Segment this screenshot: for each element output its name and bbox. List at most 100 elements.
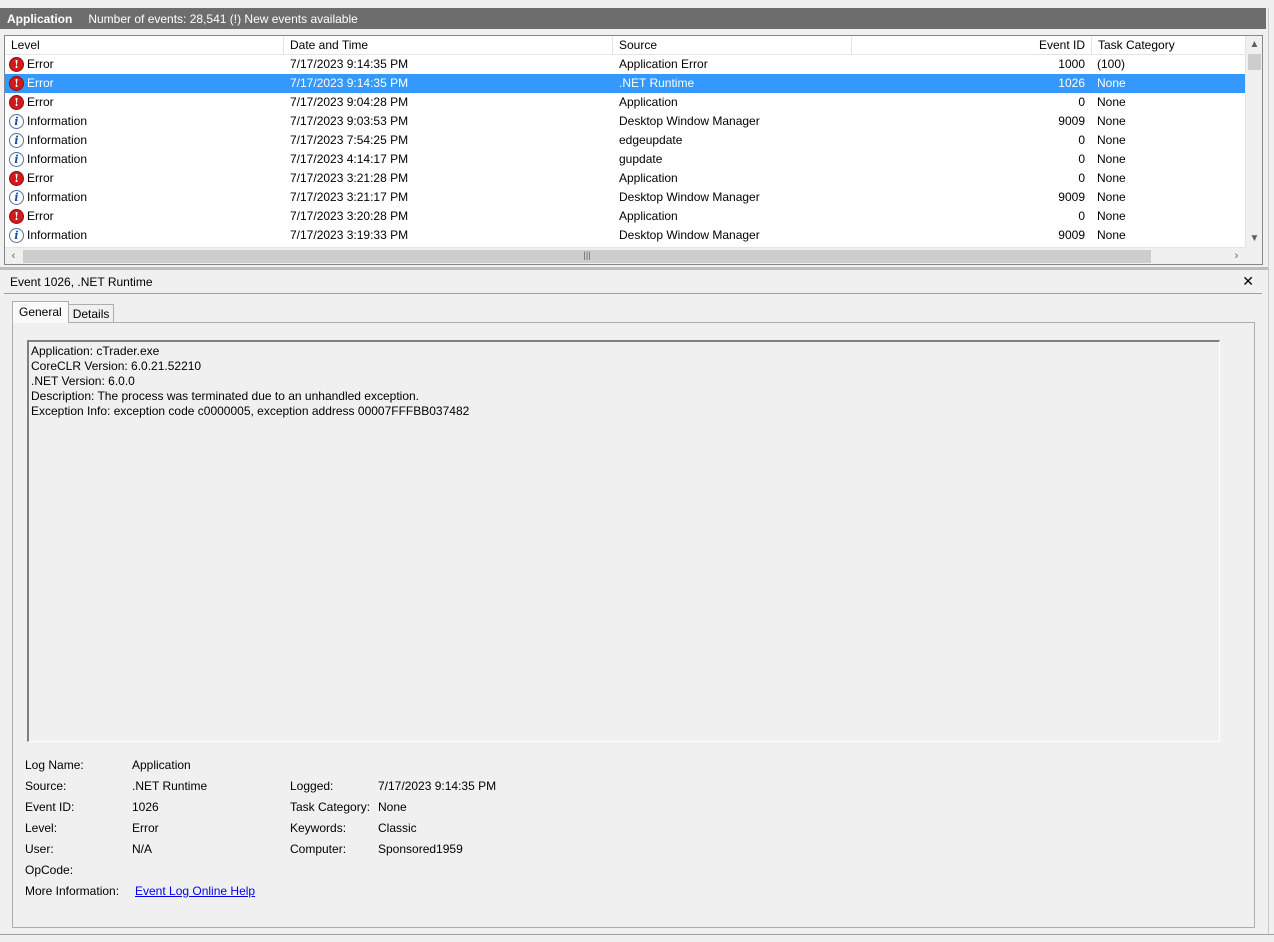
scroll-right-icon[interactable]: ›	[1228, 248, 1245, 264]
event-row[interactable]: i Information 7/17/2023 3:21:17 PM Desktop …	[5, 188, 1245, 207]
event-source: Application	[619, 209, 678, 223]
event-description[interactable]: Application: cTrader.exe CoreCLR Version…	[27, 340, 1220, 742]
description-line: .NET Version: 6.0.0	[31, 374, 135, 388]
window-right-edge	[1268, 8, 1274, 934]
event-level: ! Error	[9, 93, 279, 112]
tab-general[interactable]: General	[12, 301, 69, 323]
event-source: Desktop Window Manager	[619, 228, 760, 242]
computer-value: Sponsored1959	[378, 842, 463, 856]
general-tab-panel: Application: cTrader.exe CoreCLR Version…	[12, 322, 1255, 928]
column-header-level[interactable]: Level	[5, 36, 284, 55]
event-level-text: Information	[27, 114, 88, 128]
more-information-label: More Information:	[25, 884, 120, 898]
vertical-scrollbar[interactable]: ▲ ▼	[1245, 36, 1262, 247]
event-row[interactable]: ! Error 7/17/2023 9:14:35 PM .NET Runtime 10…	[5, 74, 1245, 93]
column-header-event-id[interactable]: Event ID	[852, 36, 1092, 55]
event-date: 7/17/2023 9:14:35 PM	[290, 57, 409, 71]
event-source: gupdate	[619, 152, 663, 166]
event-level-text: Error	[27, 76, 54, 90]
event-row[interactable]: ! Error 7/17/2023 3:21:28 PM Application 0 No…	[5, 169, 1245, 188]
opcode-label: OpCode:	[25, 863, 74, 877]
description-line: Application: cTrader.exe	[31, 344, 160, 358]
event-level: i Information	[9, 131, 279, 150]
horizontal-scroll-thumb[interactable]: |||	[23, 250, 1151, 263]
info-icon: i	[9, 133, 24, 148]
event-list[interactable]: Level Date and Time Source Event ID Task…	[4, 35, 1263, 265]
scroll-up-icon[interactable]: ▲	[1246, 36, 1262, 53]
event-task-category: None	[1097, 228, 1126, 242]
event-source: Desktop Window Manager	[619, 190, 760, 204]
event-level-text: Error	[27, 95, 54, 109]
error-icon: !	[9, 95, 24, 110]
event-log-online-help-link[interactable]: Event Log Online Help	[135, 884, 255, 898]
event-level-text: Error	[27, 171, 54, 185]
event-task-category: None	[1097, 209, 1126, 223]
event-count-summary: Number of events: 28,541 (!) New events …	[88, 11, 358, 26]
event-id: 0	[1078, 171, 1085, 185]
event-level-text: Information	[27, 133, 88, 147]
column-header-source[interactable]: Source	[613, 36, 852, 55]
event-row[interactable]: i Information 7/17/2023 3:19:33 PM Desktop …	[5, 226, 1245, 245]
log-name-label: Log Name:	[25, 758, 84, 772]
event-source: Desktop Window Manager	[619, 114, 760, 128]
event-level-text: Information	[27, 228, 88, 242]
description-line: CoreCLR Version: 6.0.21.52210	[31, 359, 202, 373]
event-row[interactable]: i Information 7/17/2023 9:03:53 PM Desktop …	[5, 112, 1245, 131]
column-header-date[interactable]: Date and Time	[284, 36, 613, 55]
event-row[interactable]: i Information 7/17/2023 7:54:25 PM edgeupda…	[5, 131, 1245, 150]
event-row[interactable]: ! Error 7/17/2023 9:04:28 PM Application 0 No…	[5, 93, 1245, 112]
scrollbar-corner	[1245, 247, 1262, 264]
event-task-category: None	[1097, 95, 1126, 109]
user-label: User:	[25, 842, 54, 856]
event-id: 0	[1078, 133, 1085, 147]
event-detail-header: Event 1026, .NET Runtime ✕	[4, 271, 1262, 294]
event-task-category: None	[1097, 76, 1126, 90]
event-level: ! Error	[9, 55, 279, 74]
level-label: Level:	[25, 821, 58, 835]
task-category-value: None	[378, 800, 407, 814]
window-top-edge	[0, 0, 1274, 8]
event-row[interactable]: i Information 7/17/2023 4:14:17 PM gupdate 0…	[5, 150, 1245, 169]
event-level-text: Information	[27, 152, 88, 166]
log-name-value: Application	[132, 758, 191, 772]
event-task-category: None	[1097, 171, 1126, 185]
event-level: ! Error	[9, 74, 279, 93]
vertical-scroll-thumb[interactable]	[1248, 54, 1261, 70]
event-id: 0	[1078, 209, 1085, 223]
event-date: 7/17/2023 3:21:28 PM	[290, 171, 409, 185]
column-header-task-category[interactable]: Task Category	[1092, 36, 1245, 55]
event-level-text: Error	[27, 209, 54, 223]
window-bottom-edge	[0, 934, 1274, 942]
event-date: 7/17/2023 3:21:17 PM	[290, 190, 409, 204]
event-date: 7/17/2023 7:54:25 PM	[290, 133, 409, 147]
pane-splitter[interactable]	[0, 267, 1274, 270]
description-line: Description: The process was terminated …	[31, 389, 420, 403]
log-name-title: Application	[7, 11, 73, 26]
info-icon: i	[9, 190, 24, 205]
task-category-label: Task Category:	[290, 800, 371, 814]
event-id-label: Event ID:	[25, 800, 75, 814]
scroll-left-icon[interactable]: ‹	[5, 248, 22, 264]
close-icon[interactable]: ✕	[1242, 273, 1254, 290]
event-detail-title: Event 1026, .NET Runtime	[10, 275, 153, 289]
event-level: ! Error	[9, 207, 279, 226]
keywords-label: Keywords:	[290, 821, 347, 835]
info-icon: i	[9, 228, 24, 243]
event-date: 7/17/2023 9:04:28 PM	[290, 95, 409, 109]
event-date: 7/17/2023 9:03:53 PM	[290, 114, 409, 128]
description-line: Exception Info: exception code c0000005,…	[31, 404, 470, 418]
event-id: 1000	[1058, 57, 1085, 71]
event-source: Application	[619, 171, 678, 185]
event-id-value: 1026	[132, 800, 159, 814]
event-row[interactable]: ! Error 7/17/2023 3:20:28 PM Application 0 No…	[5, 207, 1245, 226]
event-source: .NET Runtime	[619, 76, 695, 90]
info-icon: i	[9, 114, 24, 129]
event-task-category: None	[1097, 152, 1126, 166]
scroll-down-icon[interactable]: ▼	[1246, 230, 1262, 247]
tab-details[interactable]: Details	[67, 304, 115, 323]
horizontal-scrollbar[interactable]: ‹ ||| ›	[5, 247, 1245, 264]
event-row[interactable]: ! Error 7/17/2023 9:14:35 PM Application Er…	[5, 55, 1245, 74]
error-icon: !	[9, 76, 24, 91]
source-value: .NET Runtime	[132, 779, 208, 793]
logged-value: 7/17/2023 9:14:35 PM	[378, 779, 497, 793]
